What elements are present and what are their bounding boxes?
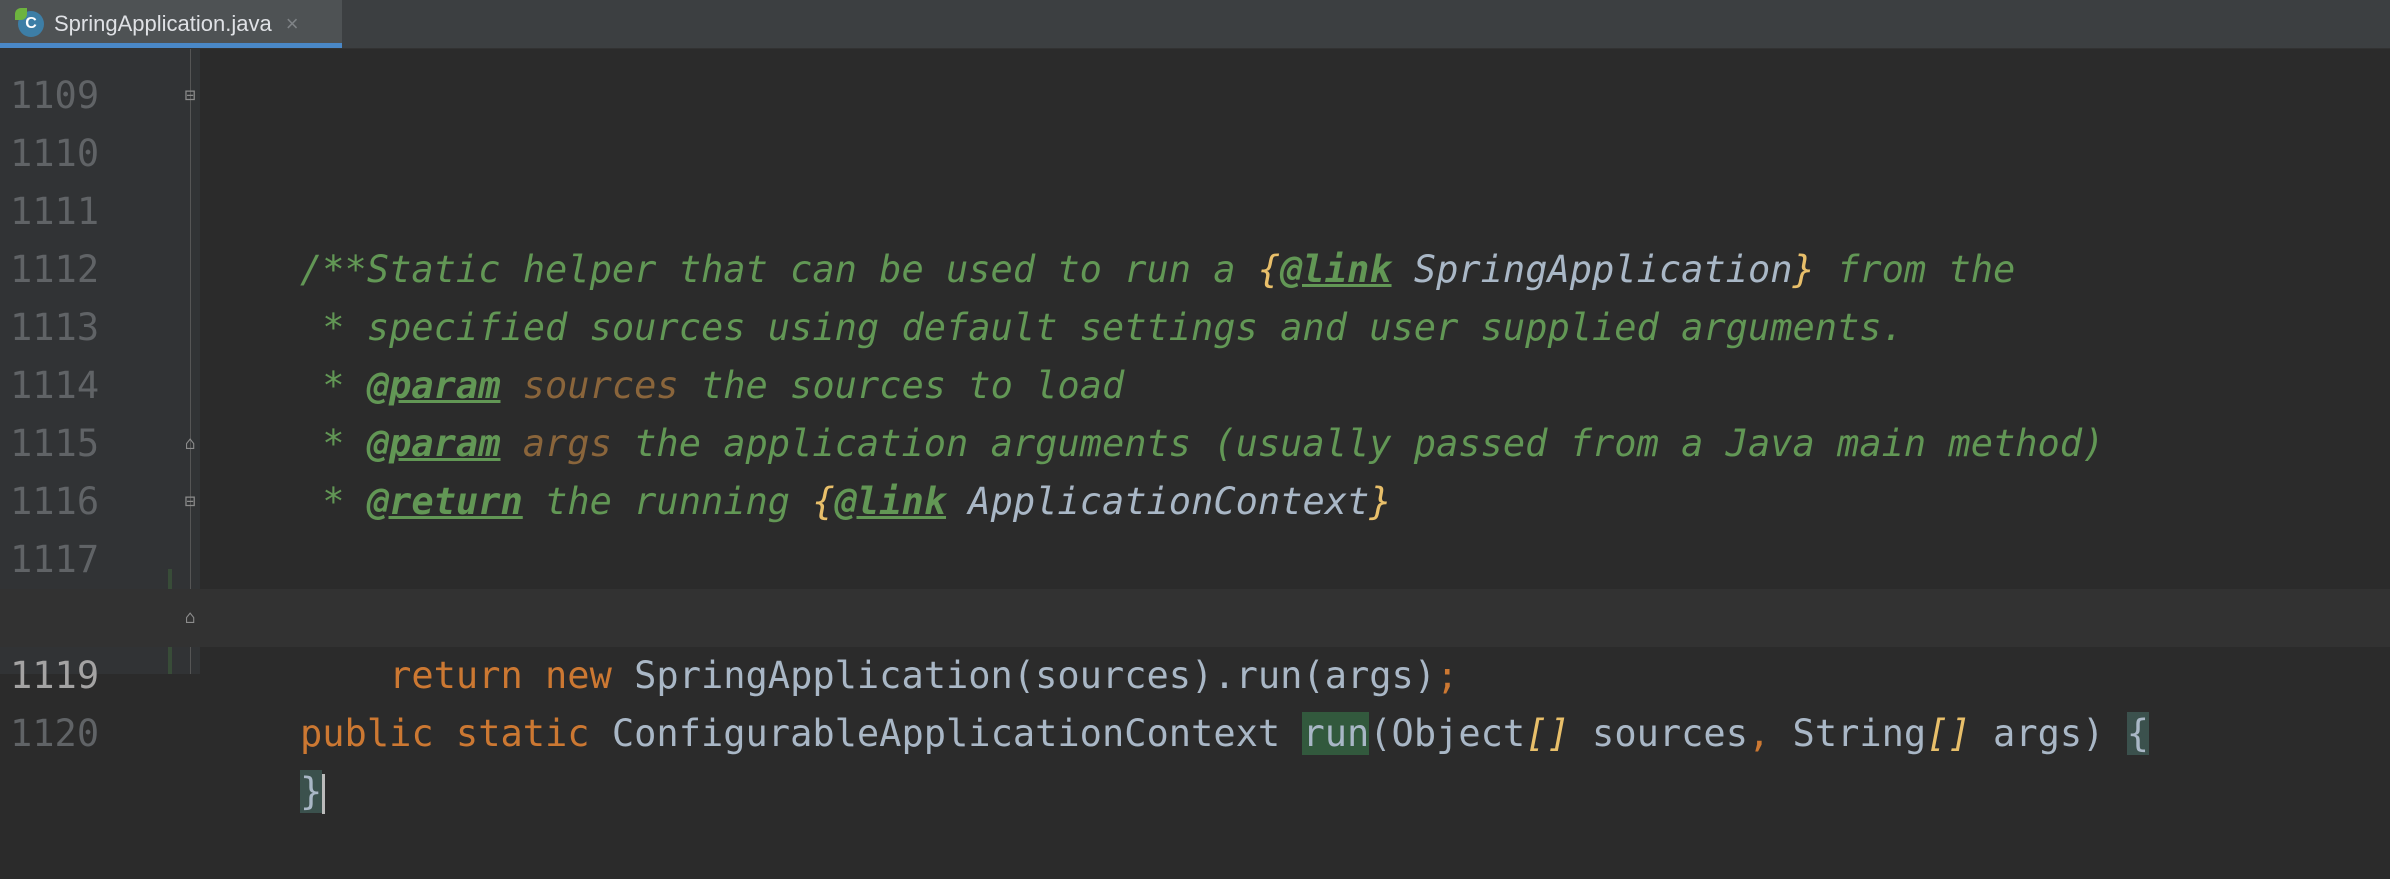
code-line[interactable]: 1120 <box>0 647 2390 755</box>
code-line[interactable]: 1112 * specified sources using default s… <box>0 183 2390 349</box>
code-editor[interactable]: 1109 1110 ⊟ /** 1111 * Static helper tha… <box>0 49 2390 814</box>
param-name: sources <box>1569 712 1748 755</box>
array-brackets: [] <box>1525 712 1570 755</box>
code-line[interactable]: 1115 * @return the running {@link Applic… <box>0 357 2390 523</box>
param-type: (Object <box>1369 712 1526 755</box>
comma: , <box>1747 712 1771 755</box>
code-line[interactable]: 1116 ⌂ */ <box>0 415 2390 640</box>
code-line[interactable]: 1113 * @param sources the sources to loa… <box>0 241 2390 407</box>
fold-collapse-icon[interactable]: ⊟ <box>180 492 200 512</box>
code-line[interactable]: 1118 return new SpringApplication(source… <box>0 531 2390 697</box>
array-brackets: [] <box>1926 712 1971 755</box>
close-brace-matched: } <box>300 770 323 813</box>
param-name: args) <box>1970 712 2127 755</box>
fold-end-icon[interactable]: ⌂ <box>180 608 200 628</box>
keyword: public static <box>300 712 612 755</box>
code-line[interactable]: 1109 <box>0 9 2390 117</box>
code-line[interactable]: 1117 @ ⊟ public static ConfigurableAppli… <box>0 473 2390 755</box>
line-number: 1120 <box>10 712 100 755</box>
method-name-highlighted[interactable]: run <box>1302 712 1370 755</box>
code-line[interactable]: 1110 ⊟ /** <box>0 67 2390 292</box>
fold-collapse-icon[interactable]: ⊟ <box>180 86 200 106</box>
fold-end-icon[interactable]: ⌂ <box>180 434 200 454</box>
code-line-current[interactable]: 1119 ⌂ } <box>0 589 2390 814</box>
text-caret <box>322 773 326 814</box>
code-line[interactable]: 1111 * Static helper that can be used to… <box>0 125 2390 291</box>
return-type[interactable]: ConfigurableApplicationContext <box>612 712 1303 755</box>
open-brace-matched: { <box>2126 712 2149 755</box>
code-line[interactable]: 1114 * @param args the application argum… <box>0 299 2390 465</box>
param-type: String <box>1770 712 1927 755</box>
